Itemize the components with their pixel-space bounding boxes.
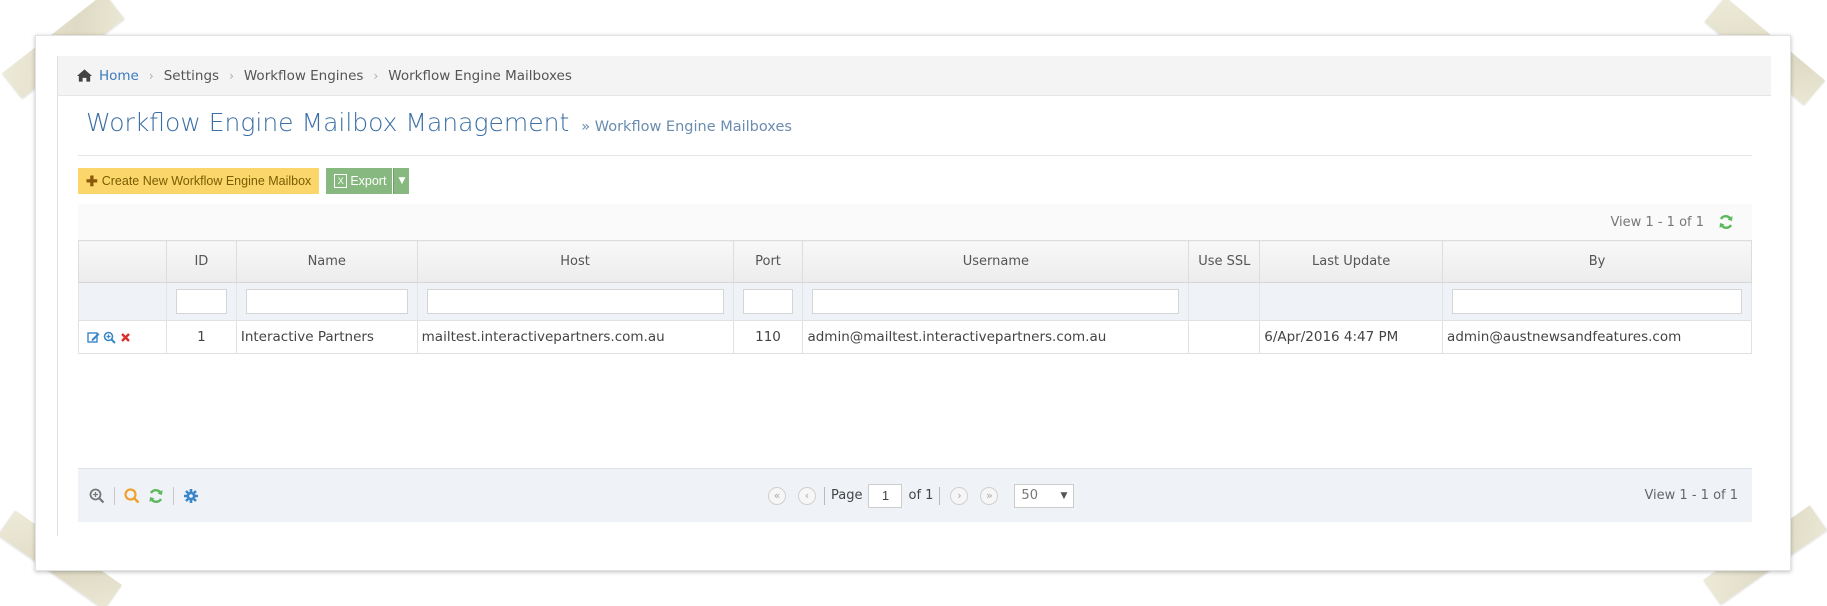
column-header-id[interactable]: ID xyxy=(165,240,237,283)
breadcrumb-separator: › xyxy=(229,68,234,83)
column-header-port[interactable]: Port xyxy=(732,240,804,283)
filter-by-input[interactable] xyxy=(1452,289,1742,314)
filter-username-input[interactable] xyxy=(812,289,1180,314)
edit-icon[interactable] xyxy=(87,331,100,344)
pager-divider xyxy=(824,486,825,505)
filter-cell-use-ssl xyxy=(1188,282,1261,321)
pager-actions xyxy=(78,486,200,505)
select-caret-icon: ▼ xyxy=(1060,490,1068,501)
filter-row xyxy=(78,282,1752,321)
breadcrumb-current: Workflow Engine Mailboxes xyxy=(388,67,572,84)
create-mailbox-button[interactable]: ✚ Create New Workflow Engine Mailbox xyxy=(78,168,320,194)
filter-cell-name xyxy=(235,282,418,321)
prev-page-button[interactable]: ‹ xyxy=(798,486,816,505)
excel-icon: X xyxy=(334,174,348,188)
filter-cell-last-update xyxy=(1259,282,1444,321)
last-page-button[interactable]: » xyxy=(980,486,999,505)
column-header-name[interactable]: Name xyxy=(235,240,418,283)
row-actions xyxy=(78,320,167,354)
filter-host-input[interactable] xyxy=(426,289,724,314)
filter-cell-port xyxy=(732,282,804,321)
pager-divider xyxy=(114,486,115,505)
column-header-use-ssl[interactable]: Use SSL xyxy=(1188,240,1261,283)
filter-id-input[interactable] xyxy=(175,289,227,314)
breadcrumb: Home › Settings › Workflow Engines › Wor… xyxy=(58,56,1771,96)
cell-by: admin@austnewsandfeatures.com xyxy=(1442,320,1752,354)
home-icon xyxy=(76,69,93,82)
column-header-username[interactable]: Username xyxy=(802,240,1190,283)
filter-cell-host xyxy=(416,282,734,321)
caret-down-icon: ▼ xyxy=(398,176,406,186)
breadcrumb-separator: › xyxy=(373,68,379,83)
filter-cell-username xyxy=(802,282,1190,321)
plus-icon: ✚ xyxy=(86,172,98,189)
export-dropdown-toggle[interactable]: ▼ xyxy=(393,168,410,194)
view-records-info-top: View 1 - 1 of 1 xyxy=(1610,214,1704,230)
cell-username: admin@mailtest.interactivepartners.com.a… xyxy=(802,320,1190,354)
advanced-search-icon[interactable] xyxy=(88,487,106,505)
next-page-button[interactable]: › xyxy=(950,486,969,505)
page-label: Page xyxy=(831,488,863,503)
filter-cell-id xyxy=(165,282,237,321)
cell-last-update: 6/Apr/2016 4:47 PM xyxy=(1259,320,1444,354)
page-subtitle: » Workflow Engine Mailboxes xyxy=(581,119,792,135)
pager-divider xyxy=(939,486,941,505)
grid-top-bar: View 1 - 1 of 1 xyxy=(78,204,1752,240)
create-mailbox-label: Create New Workflow Engine Mailbox xyxy=(101,174,312,188)
content-border xyxy=(57,56,58,536)
column-header-host[interactable]: Host xyxy=(416,240,734,283)
page-header: Workflow Engine Mailbox Management » Wor… xyxy=(78,108,1752,156)
export-label: Export xyxy=(350,174,387,188)
mailbox-grid: ID Name Host Port Username Use SSL Last … xyxy=(78,240,1752,354)
cell-id: 1 xyxy=(165,320,237,354)
cell-name: Interactive Partners xyxy=(235,320,418,354)
view-records-info-bottom: View 1 - 1 of 1 xyxy=(1644,488,1738,503)
search-icon[interactable] xyxy=(123,487,141,505)
table-row[interactable]: 1 Interactive Partners mailtest.interact… xyxy=(78,320,1752,354)
page-count-label: of 1 xyxy=(908,488,934,503)
page-size-value: 50 xyxy=(1021,488,1038,503)
reload-icon[interactable] xyxy=(147,487,165,505)
cell-host: mailtest.interactivepartners.com.au xyxy=(416,320,734,354)
export-button[interactable]: X Export xyxy=(326,168,393,194)
view-icon[interactable] xyxy=(103,331,116,344)
grid-header-row: ID Name Host Port Username Use SSL Last … xyxy=(78,240,1752,283)
refresh-icon[interactable] xyxy=(1718,214,1734,230)
first-page-button[interactable]: « xyxy=(768,486,786,505)
breadcrumb-workflow-engines[interactable]: Workflow Engines xyxy=(244,68,364,84)
filter-cell-by xyxy=(1442,282,1752,321)
pager-divider xyxy=(173,486,174,505)
breadcrumb-settings[interactable]: Settings xyxy=(164,68,219,84)
column-header-actions xyxy=(78,240,167,283)
cell-use-ssl xyxy=(1188,320,1261,354)
filter-port-input[interactable] xyxy=(742,289,794,314)
page-title: Workflow Engine Mailbox Management xyxy=(86,108,570,137)
column-header-last-update[interactable]: Last Update xyxy=(1259,240,1444,283)
page-number-input[interactable] xyxy=(868,483,903,508)
gear-icon[interactable] xyxy=(182,487,200,505)
page-size-select[interactable]: 50 ▼ xyxy=(1014,483,1075,508)
filter-name-input[interactable] xyxy=(245,289,408,314)
cell-port: 110 xyxy=(732,320,804,354)
column-header-by[interactable]: By xyxy=(1442,240,1752,283)
filter-cell-actions xyxy=(78,282,167,321)
breadcrumb-separator: › xyxy=(148,68,154,83)
toolbar: ✚ Create New Workflow Engine Mailbox X E… xyxy=(78,168,410,194)
breadcrumb-home-link[interactable]: Home xyxy=(99,68,139,84)
delete-icon[interactable] xyxy=(119,331,132,344)
pagination: « ‹ Page of 1 › » 50 ▼ xyxy=(768,483,1075,508)
grid-pager: « ‹ Page of 1 › » 50 ▼ View 1 - 1 of 1 xyxy=(78,468,1752,522)
